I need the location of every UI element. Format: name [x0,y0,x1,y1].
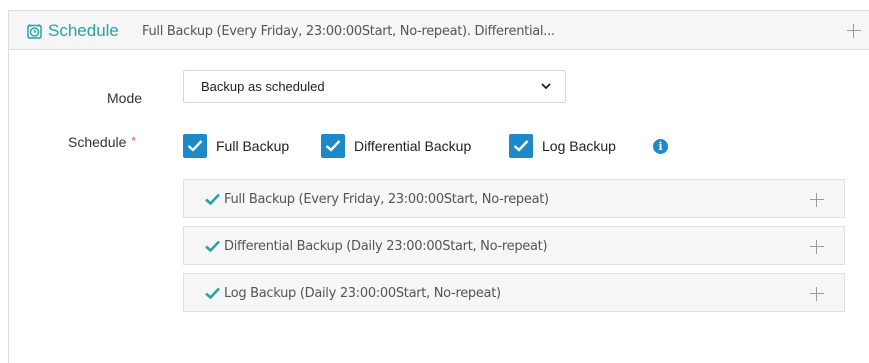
schedule-panel: Schedule Full Backup (Every Friday, 23:0… [8,10,869,363]
schedule-panel-header[interactable]: Schedule Full Backup (Every Friday, 23:0… [9,11,869,50]
full-backup-label: Full Backup [216,138,290,154]
chevron-down-icon [541,83,551,90]
log-backup-entry-text: Log Backup (Daily 23:00:00Start, No-repe… [224,286,501,301]
checkbox-checked-icon[interactable] [321,134,345,158]
full-backup-checkbox[interactable]: Full Backup [183,134,289,158]
checkmark-icon [205,287,220,299]
log-backup-entry[interactable]: Log Backup (Daily 23:00:00Start, No-repe… [183,273,845,312]
panel-summary: Full Backup (Every Friday, 23:00:00Start… [142,24,555,39]
differential-backup-entry[interactable]: Differential Backup (Daily 23:00:00Start… [183,226,845,265]
checkmark-icon [205,240,220,252]
log-backup-label: Log Backup [542,138,616,154]
schedule-label-text: Schedule [68,134,127,150]
mode-selected-value: Backup as scheduled [201,79,325,94]
differential-backup-label: Differential Backup [354,138,472,154]
differential-backup-checkbox[interactable]: Differential Backup [321,134,471,158]
checkmark-icon [205,193,220,205]
panel-title: Schedule [48,21,119,40]
mode-label: Mode [107,90,143,106]
required-mark: * [131,134,137,148]
checkbox-checked-icon[interactable] [183,134,207,158]
checkbox-checked-icon[interactable] [509,134,533,158]
full-backup-entry[interactable]: Full Backup (Every Friday, 23:00:00Start… [183,179,845,218]
top-strip [0,0,869,10]
schedule-label: Schedule * [68,134,136,150]
full-backup-entry-text: Full Backup (Every Friday, 23:00:00Start… [224,192,549,207]
alarm-clock-icon [27,24,42,39]
expand-plus-icon[interactable] [847,24,861,38]
expand-plus-icon[interactable] [810,193,824,207]
differential-backup-entry-text: Differential Backup (Daily 23:00:00Start… [224,239,548,254]
log-backup-checkbox[interactable]: Log Backup [509,134,616,158]
mode-select[interactable]: Backup as scheduled [183,70,566,103]
expand-plus-icon[interactable] [810,287,824,301]
info-icon[interactable]: i [653,139,668,154]
expand-plus-icon[interactable] [810,240,824,254]
